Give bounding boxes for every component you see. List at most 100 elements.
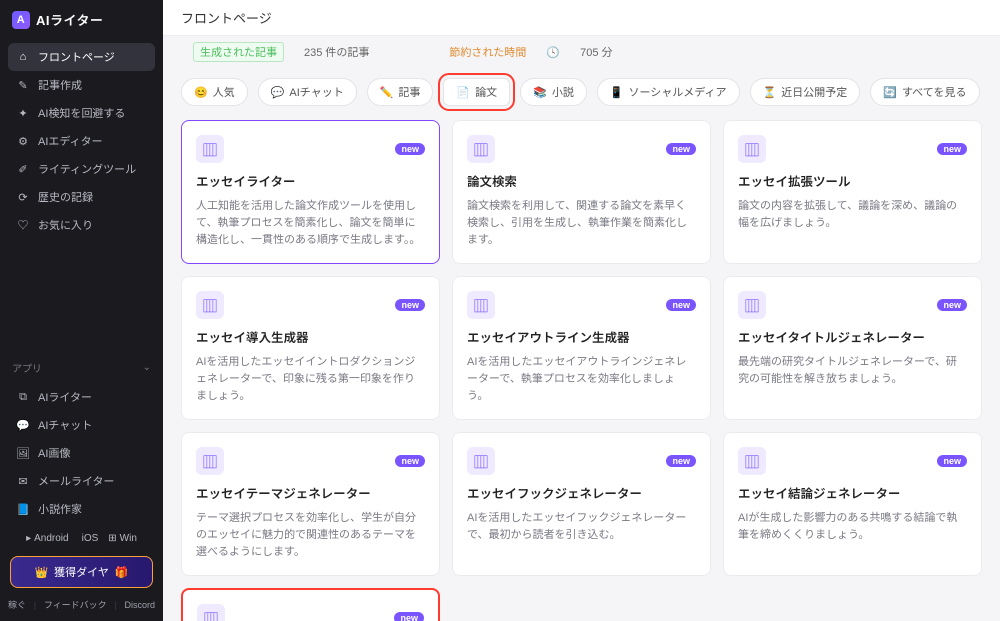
new-badge: new (395, 143, 425, 155)
doc-icon: ⧉ (16, 391, 30, 404)
sidebar: A AIライター ⌂ フロントページ ✎ 記事作成 ✦ AI検知を回避する ⚙ … (0, 0, 163, 621)
card-essay-expand[interactable]: ▥ new エッセイ拡張ツール 論文の内容を拡張して、議論を深め、議論の幅を広げ… (723, 120, 982, 264)
chat-icon: 💬 (16, 419, 30, 432)
filter-article[interactable]: ✏️ 記事 (367, 78, 434, 106)
card-desc: 人工知能を活用した論文作成ツールを使用して、執筆プロセスを簡素化し、論文を簡単に… (196, 198, 425, 249)
refresh-icon: 🔄 (883, 86, 897, 99)
android-icon: ▸ (26, 533, 31, 544)
card-title: エッセイ結論ジェネレーター (738, 483, 967, 502)
footer-link-discord[interactable]: Discord (125, 600, 156, 611)
filter-coming-soon[interactable]: ⏳ 近日公開予定 (750, 78, 861, 106)
mail-icon: ✉ (16, 475, 30, 488)
brand-logo-icon: A (12, 11, 30, 29)
stat-generated-label: 生成された記事 (193, 42, 284, 62)
nav-app-ai-chat[interactable]: 💬 AIチャット (8, 411, 155, 439)
book-open-icon: ▥ (196, 291, 224, 319)
platform-ios[interactable]: iOS (79, 533, 99, 544)
nav-app-novelist[interactable]: 📘 小説作家 (8, 495, 155, 523)
new-badge: new (937, 143, 967, 155)
pencil-icon: ✎ (16, 79, 30, 92)
content-scroll[interactable]: 生成された記事 235 件の記事 節約された時間 🕓 705 分 😊 人気 💬 … (163, 36, 1000, 621)
nav-history[interactable]: ⟳ 歴史の記録 (8, 183, 155, 211)
history-icon: ⟳ (16, 191, 30, 204)
gift-icon: 🎁 (115, 566, 129, 579)
home-icon: ⌂ (16, 51, 30, 63)
nav-label: メールライター (38, 473, 115, 489)
new-badge: new (394, 612, 424, 621)
card-essay-writer[interactable]: ▥ new エッセイライター 人工知能を活用した論文作成ツールを使用して、執筆プ… (181, 120, 440, 264)
filter-view-all[interactable]: 🔄 すべてを見る (870, 78, 979, 106)
chevron-down-icon[interactable]: ⌄ (143, 362, 151, 373)
nav-favorites[interactable]: ♡ お気に入り (8, 211, 155, 239)
nav-app-mail-writer[interactable]: ✉ メールライター (8, 467, 155, 495)
nav-label: AIチャット (38, 417, 92, 433)
platform-android[interactable]: ▸Android (26, 533, 69, 544)
hourglass-icon: ⏳ (763, 86, 777, 99)
filter-social-media[interactable]: 📱 ソーシャルメディア (597, 78, 740, 106)
card-desc: AIを活用したエッセイイントロダクションジェネレーターで、印象に残る第一印象を作… (196, 354, 425, 405)
windows-icon: ⊞ (108, 533, 116, 544)
book-open-icon: ▥ (467, 135, 495, 163)
image-icon: 🖼 (16, 447, 30, 460)
book-open-icon: ▥ (738, 135, 766, 163)
nav-article-create[interactable]: ✎ 記事作成 (8, 71, 155, 99)
card-essay-outline[interactable]: ▥ new エッセイアウトライン生成器 AIを活用したエッセイアウトラインジェネ… (452, 276, 711, 420)
tool-grid: ▥ new エッセイライター 人工知能を活用した論文作成ツールを使用して、執筆プ… (181, 120, 982, 621)
new-badge: new (937, 455, 967, 467)
filter-popular[interactable]: 😊 人気 (181, 78, 248, 106)
footer-link-feedback[interactable]: フィードバック (44, 600, 107, 611)
book-open-icon: ▥ (738, 291, 766, 319)
book-open-icon: ▥ (197, 604, 225, 621)
new-badge: new (666, 143, 696, 155)
nav-label: お気に入り (38, 217, 93, 233)
card-essay-intro[interactable]: ▥ new エッセイ導入生成器 AIを活用したエッセイイントロダクションジェネレ… (181, 276, 440, 420)
card-essay-title-gen[interactable]: ▥ new エッセイタイトルジェネレーター 最先端の研究タイトルジェネレーターで… (723, 276, 982, 420)
nav-label: 小説作家 (38, 501, 82, 517)
filter-row: 😊 人気 💬 AIチャット ✏️ 記事 📄 論文 📚 小説 📱 ソーシャル (181, 74, 982, 120)
book-open-icon: ▥ (467, 291, 495, 319)
nav-ai-detect-bypass[interactable]: ✦ AI検知を回避する (8, 99, 155, 127)
card-title: エッセイフックジェネレーター (467, 483, 696, 502)
new-badge: new (666, 455, 696, 467)
platform-win[interactable]: ⊞Win (108, 533, 137, 544)
heart-icon: ♡ (16, 217, 30, 233)
filter-ai-chat[interactable]: 💬 AIチャット (258, 78, 357, 106)
new-badge: new (937, 299, 967, 311)
crown-icon: 👑 (34, 566, 48, 579)
card-desc: テーマ選択プロセスを効率化し、学生が自分のエッセイに魅力的で関連性のあるテーマを… (196, 510, 425, 561)
nav-front-page[interactable]: ⌂ フロントページ (8, 43, 155, 71)
new-badge: new (395, 455, 425, 467)
stats-row: 生成された記事 235 件の記事 節約された時間 🕓 705 分 (181, 36, 982, 74)
brand[interactable]: A AIライター (0, 0, 163, 39)
card-summary-gen[interactable]: ▥ new 要約生成器 研究者や学者が論文や記事の簡潔で情報豊富な要約を作成する… (181, 588, 440, 621)
stat-saved-value: 705 分 (580, 44, 612, 60)
face-icon: 😊 (194, 86, 208, 99)
chat-icon: 💬 (271, 86, 285, 99)
filter-essay[interactable]: 📄 論文 (443, 78, 510, 106)
card-essay-search[interactable]: ▥ new 論文検索 論文検索を利用して、関連する論文を素早く検索し、引用を生成… (452, 120, 711, 264)
page-title: フロントページ (181, 8, 272, 27)
book-open-icon: ▥ (196, 135, 224, 163)
nav-label: AI画像 (38, 445, 70, 461)
book-open-icon: ▥ (196, 447, 224, 475)
footer-link-earn[interactable]: 稼ぐ (8, 600, 26, 611)
nav-app-ai-writer[interactable]: ⧉ AIライター (8, 383, 155, 411)
platform-links: ▸Android iOS ⊞Win (0, 527, 163, 550)
earn-diamond-button[interactable]: 👑 獲得ダイヤ 🎁 (10, 556, 153, 588)
card-title: エッセイ導入生成器 (196, 327, 425, 346)
book-open-icon: ▥ (738, 447, 766, 475)
nav-apps: ⧉ AIライター 💬 AIチャット 🖼 AI画像 ✉ メールライター 📘 小説作… (0, 379, 163, 527)
nav-ai-editor[interactable]: ⚙ AIエディター (8, 127, 155, 155)
card-essay-theme-gen[interactable]: ▥ new エッセイテーマジェネレーター テーマ選択プロセスを効率化し、学生が自… (181, 432, 440, 576)
book-icon: 📘 (16, 503, 30, 516)
card-essay-hook-gen[interactable]: ▥ new エッセイフックジェネレーター AIを活用したエッセイフックジェネレー… (452, 432, 711, 576)
card-desc: AIを活用したエッセイアウトラインジェネレーターで、執筆プロセスを効率化しましょ… (467, 354, 696, 405)
nav-writing-tool[interactable]: ✐ ライティングツール (8, 155, 155, 183)
gear-icon: ⚙ (16, 135, 30, 148)
stat-saved-label: 節約された時間 (449, 44, 526, 60)
quill-icon: ✐ (16, 163, 30, 176)
filter-novel[interactable]: 📚 小説 (520, 78, 587, 106)
stat-generated-value: 235 件の記事 (304, 44, 369, 60)
nav-app-ai-image[interactable]: 🖼 AI画像 (8, 439, 155, 467)
card-essay-conclusion-gen[interactable]: ▥ new エッセイ結論ジェネレーター AIが生成した影響力のある共鳴する結論で… (723, 432, 982, 576)
